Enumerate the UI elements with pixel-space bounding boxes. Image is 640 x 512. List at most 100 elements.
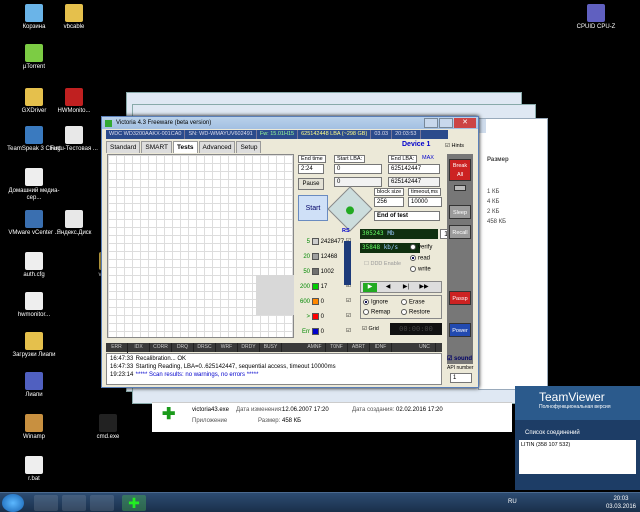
opt-erase-label: Erase	[409, 299, 425, 306]
close-button[interactable]: ✕	[454, 118, 476, 128]
tab-tests[interactable]: Tests	[173, 141, 198, 153]
end-lba-field[interactable]: 625142447	[388, 164, 440, 174]
direction-pad[interactable]	[327, 186, 373, 232]
log-message: ***** Scan results: no warnings, no erro…	[135, 372, 259, 378]
desktop-icon[interactable]: hwmonitor...	[6, 292, 62, 319]
flag-unc: UNC	[414, 343, 436, 352]
tab-setup[interactable]: Setup	[236, 141, 262, 153]
opt-restore-label: Restore	[409, 309, 431, 316]
end-lba-label: End LBA:	[388, 155, 418, 163]
sleep-button[interactable]: Sleep	[449, 205, 471, 219]
mode-verify[interactable]: verify	[410, 244, 432, 251]
desktop-icon[interactable]: CPUID CPU-Z	[568, 4, 624, 31]
victoria-titlebar[interactable]: Victoria 4.3 Freeware (beta version) ✕	[102, 117, 478, 129]
explorer-window: Размер 1 КБ 4 КБ 2 КБ 458 КБ	[478, 118, 548, 390]
pause-button[interactable]: Pause	[298, 178, 324, 190]
end-time-label: End time	[298, 155, 326, 163]
speed-mb-unit: Mb	[387, 230, 395, 237]
explorer-taskbar-icon[interactable]	[62, 495, 86, 511]
api-number-field[interactable]: 1	[450, 373, 472, 383]
browser-taskbar-icon[interactable]	[34, 495, 58, 511]
tab-smart[interactable]: SMART	[141, 141, 173, 153]
log-time: 16:47:33	[110, 364, 134, 370]
flag-wrf: WRF	[216, 343, 238, 352]
desktop-icon[interactable]: Домашний медиа-сер...	[6, 168, 62, 202]
log-line: 19:23:14 ***** Scan results: no warnings…	[110, 371, 438, 379]
stat-count: 17	[320, 284, 328, 290]
max-button[interactable]: MAX	[422, 155, 434, 161]
opt-restore[interactable]: Restore	[401, 309, 430, 316]
step-forward-icon[interactable]: ▶|	[399, 283, 413, 292]
explorer-row[interactable]: 4 КБ	[479, 197, 547, 207]
grid-checkbox[interactable]: ☑ Grid	[362, 326, 379, 332]
ddd-enable-checkbox[interactable]: ☐ DDD Enable	[364, 261, 401, 267]
start-lba-current: 0	[334, 177, 382, 187]
size-label: Размер:	[258, 418, 281, 424]
end-time-field[interactable]: 2:24	[298, 164, 324, 174]
end-action-select[interactable]: End of test	[374, 211, 440, 221]
desktop-icon[interactable]: Лиапи	[6, 372, 62, 399]
start-button[interactable]	[2, 494, 24, 512]
tab-advanced[interactable]: Advanced	[198, 141, 236, 153]
recall-button[interactable]: Recall	[449, 225, 471, 239]
desktop-icon[interactable]: cmd.exe	[80, 414, 136, 441]
desktop-icon[interactable]: Яндекс.Диск	[46, 210, 102, 237]
hints-checkbox-label[interactable]: ☑ Hints	[445, 143, 464, 149]
desktop-icon-label: HWMonito...	[57, 108, 91, 114]
opt-ignore[interactable]: Ignore	[363, 299, 388, 306]
passp-button[interactable]: Passp	[449, 291, 471, 305]
desktop-icon[interactable]: Fugu-Тестовая ...	[46, 126, 102, 153]
stat-checkbox[interactable]: ☑	[346, 298, 351, 304]
mode-write[interactable]: write	[410, 266, 431, 273]
language-indicator[interactable]: RU	[508, 499, 517, 505]
device-label[interactable]: Device 1	[402, 141, 430, 148]
desktop-icon-image	[25, 252, 43, 270]
stat-count: 0	[320, 329, 325, 335]
stat-checkbox[interactable]: ☑	[346, 313, 351, 319]
explorer-row[interactable]: 458 КБ	[479, 217, 547, 227]
sound-checkbox[interactable]: ☑ sound	[447, 355, 472, 362]
desktop-icon[interactable]: vbcable	[46, 4, 102, 31]
direction-center-icon[interactable]	[344, 204, 356, 217]
explorer-row[interactable]: 2 КБ	[479, 207, 547, 217]
modified-value: 12.06.2007 17:20	[282, 407, 329, 413]
app-taskbar-icon[interactable]	[90, 495, 114, 511]
clock[interactable]: 20:03 03.03.2016	[606, 495, 636, 511]
info-date: 03.03	[371, 130, 393, 139]
mode-read[interactable]: read	[410, 255, 430, 262]
tab-standard[interactable]: Standard	[106, 141, 141, 153]
play-icon[interactable]: ▶	[363, 283, 377, 292]
explorer-row[interactable]: 1 КБ	[479, 187, 547, 197]
desktop-icon[interactable]: auth.cfg	[6, 252, 62, 279]
opt-erase[interactable]: Erase	[401, 299, 425, 306]
api-number-label: API number	[447, 365, 474, 371]
desktop-icon[interactable]: r.bat	[6, 456, 62, 483]
explorer-size-header[interactable]: Размер	[479, 155, 547, 165]
stat-ms: 600	[299, 299, 310, 305]
start-button[interactable]: Start	[298, 195, 328, 221]
power-button[interactable]: Power	[449, 323, 471, 337]
desktop-icon[interactable]: µTorrent	[6, 44, 62, 71]
stat-swatch	[311, 282, 319, 290]
connection-entry[interactable]: LITIN (358 107 532)	[521, 442, 634, 448]
start-lba-field[interactable]: 0	[334, 164, 382, 174]
desktop-icon[interactable]: Winamp	[6, 414, 62, 441]
timeout-select[interactable]: 10000	[408, 197, 442, 207]
maximize-button[interactable]	[439, 118, 453, 128]
stat-checkbox[interactable]: ☑	[346, 328, 351, 334]
desktop-icon[interactable]: HWMonito...	[46, 88, 102, 115]
end-icon[interactable]: ▶▶	[417, 283, 431, 292]
victoria-taskbar-icon[interactable]: ✚	[122, 495, 146, 511]
desktop-icon[interactable]: Загрузки Лиапи	[6, 332, 62, 359]
clock-date: 03.03.2016	[605, 504, 636, 510]
stat-swatch	[311, 267, 319, 275]
desktop-icon-image	[25, 126, 43, 144]
break-all-button[interactable]: Break All	[449, 159, 471, 181]
connection-list: LITIN (358 107 532)	[519, 440, 636, 474]
event-log[interactable]: 16:47:33 Recalibration... OK 16:47:33 Sta…	[106, 353, 442, 385]
minimize-button[interactable]	[424, 118, 438, 128]
log-line: 16:47:33 Starting Reading, LBA=0..625142…	[110, 363, 438, 371]
block-size-select[interactable]: 256	[374, 197, 404, 207]
back-icon[interactable]: ◀	[381, 283, 395, 292]
opt-remap[interactable]: Remap	[363, 309, 390, 316]
